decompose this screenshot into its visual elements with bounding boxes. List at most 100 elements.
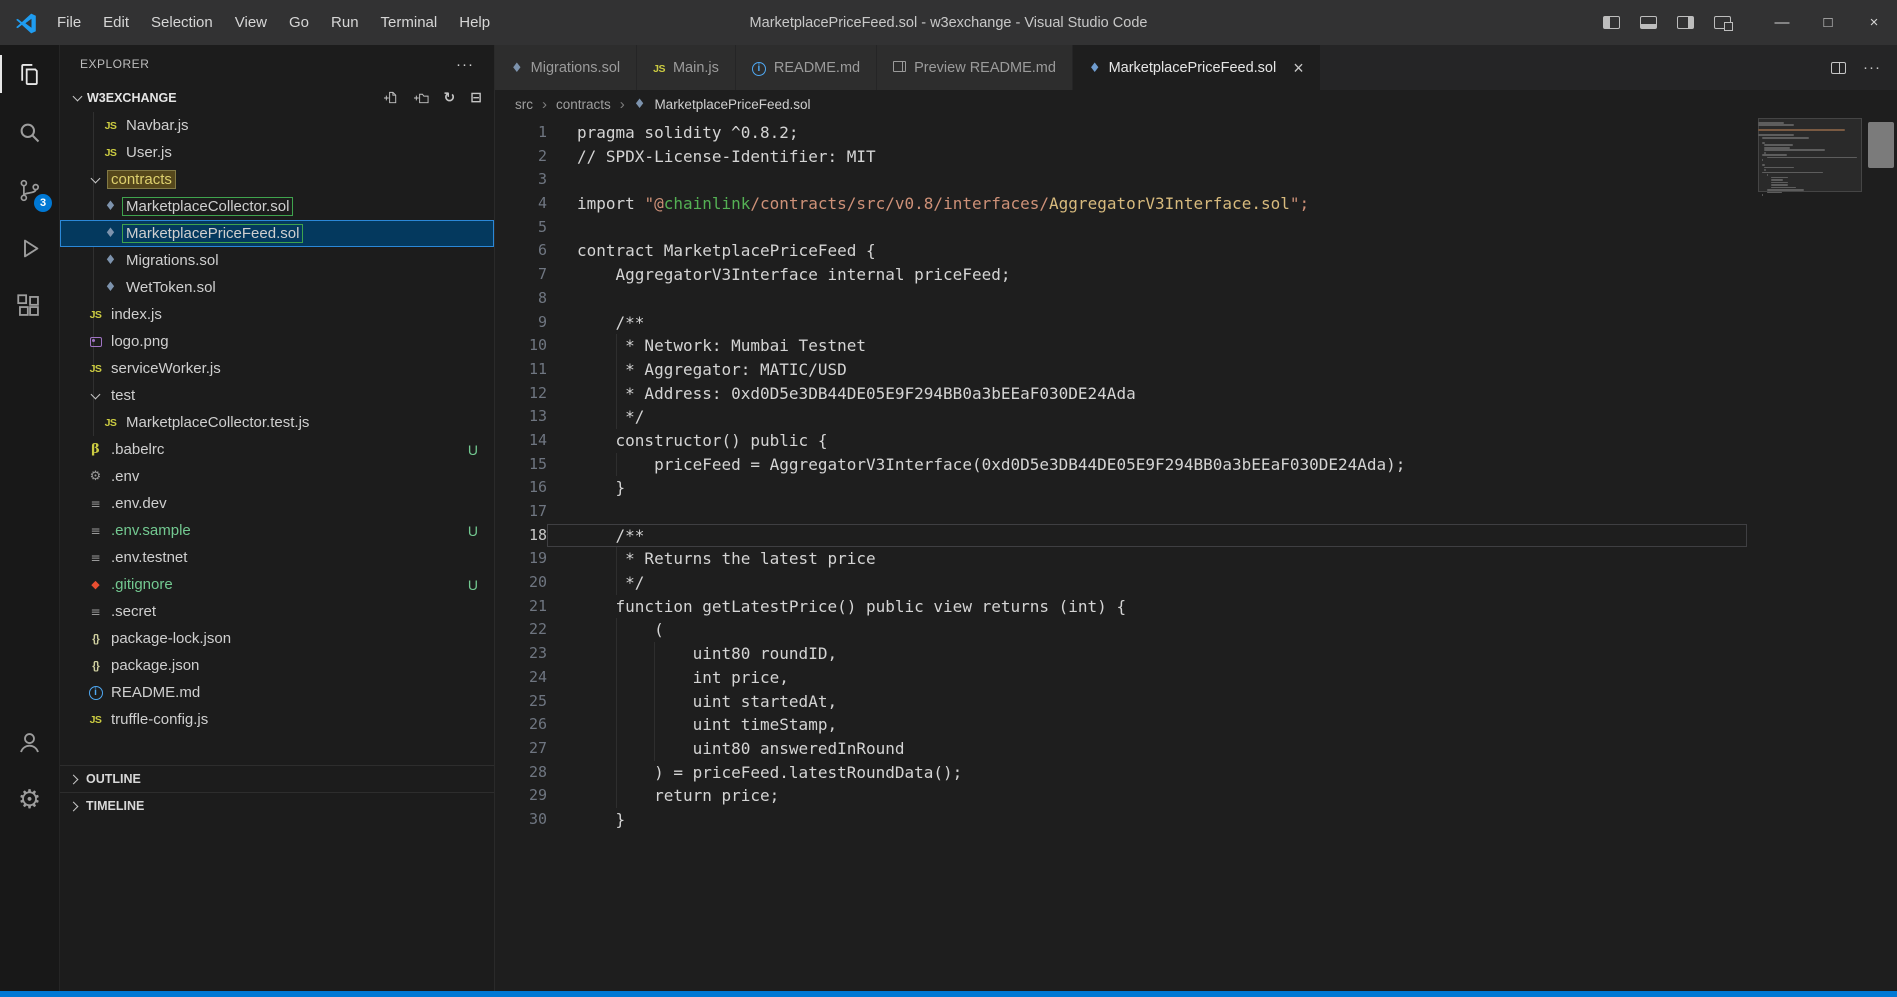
code-line[interactable]: 17	[495, 500, 1897, 524]
code-line[interactable]: 13 */	[495, 405, 1897, 429]
explorer-item-package-lock-json[interactable]: {} package-lock.json	[60, 625, 494, 652]
code-line[interactable]: 16 }	[495, 476, 1897, 500]
code-line[interactable]: 4 import "@chainlink/contracts/src/v0.8/i…	[495, 192, 1897, 216]
code-line[interactable]: 14 constructor() public {	[495, 429, 1897, 453]
more-actions-icon[interactable]	[1863, 59, 1881, 76]
menu-view[interactable]: View	[224, 10, 278, 35]
explorer-item-wettoken-sol[interactable]: ♦ WetToken.sol	[60, 274, 494, 301]
breadcrumb-item[interactable]: contracts	[556, 97, 611, 112]
line-number: 22	[528, 620, 547, 639]
code-line[interactable]: 12 * Address: 0xd0D5e3DB44DE05E9F294BB0a…	[495, 381, 1897, 406]
explorer-item-babelrc[interactable]: β .babelrc U	[60, 436, 494, 463]
code-line[interactable]: 29 return price;	[495, 784, 1897, 808]
code-editor[interactable]: 1 pragma solidity ^0.8.2; 2 // SPDX-License…	[495, 118, 1897, 991]
code-line[interactable]: 2 // SPDX-License-Identifier: MIT	[495, 145, 1897, 169]
toggle-panel-icon[interactable]	[1640, 16, 1657, 29]
menu-help[interactable]: Help	[448, 10, 501, 35]
code-line[interactable]: 27 uint80 answeredInRound	[495, 736, 1897, 761]
code-line[interactable]: 7 AggregatorV3Interface internal priceFe…	[495, 263, 1897, 287]
code-line[interactable]: 21 function getLatestPrice() public view…	[495, 595, 1897, 619]
explorer-item-readme-md[interactable]: i README.md	[60, 679, 494, 706]
line-content: constructor() public {	[547, 429, 1747, 453]
code-line[interactable]: 30 }	[495, 808, 1897, 832]
code-line[interactable]: 28 ) = priceFeed.latestRoundData();	[495, 760, 1897, 785]
code-line[interactable]: 11 * Aggregator: MATIC/USD	[495, 357, 1897, 382]
run-debug-icon[interactable]	[0, 219, 59, 277]
section-timeline[interactable]: TIMELINE	[60, 792, 494, 819]
minimize-button[interactable]: —	[1759, 0, 1805, 45]
tab-marketplacepricefeed-sol[interactable]: ♦ MarketplacePriceFeed.sol ×	[1072, 45, 1321, 90]
new-file-icon[interactable]	[383, 90, 399, 105]
close-button[interactable]: ×	[1851, 0, 1897, 45]
menu-go[interactable]: Go	[278, 10, 320, 35]
code-line[interactable]: 22 (	[495, 618, 1897, 643]
explorer-item-package-json[interactable]: {} package.json	[60, 652, 494, 679]
code-line[interactable]: 6 contract MarketplacePriceFeed {	[495, 239, 1897, 263]
explorer-item-serviceworker-js[interactable]: JS serviceWorker.js	[60, 355, 494, 382]
code-line[interactable]: 9 /**	[495, 311, 1897, 335]
explorer-item-secret[interactable]: ≡ .secret	[60, 598, 494, 625]
explorer-item-marketplacepricefeed-sol[interactable]: ♦ MarketplacePriceFeed.sol	[60, 220, 494, 247]
minimap-line	[1764, 146, 1790, 149]
code-line[interactable]: 25 uint startedAt,	[495, 689, 1897, 714]
tab-migrations-sol[interactable]: ♦ Migrations.sol	[495, 45, 638, 90]
menu-selection[interactable]: Selection	[140, 10, 224, 35]
source-control-icon[interactable]: 3	[0, 161, 59, 219]
breadcrumb-item[interactable]: src	[515, 97, 533, 112]
explorer-item-gitignore[interactable]: ◆ .gitignore U	[60, 571, 494, 598]
explorer-item-contracts[interactable]: contracts	[60, 166, 494, 193]
section-header-w3exchange[interactable]: W3EXCHANGE ↻ ⊟	[60, 83, 494, 112]
explorer-item-env[interactable]: ⚙ .env	[60, 463, 494, 490]
code-line[interactable]: 8	[495, 287, 1897, 311]
code-line[interactable]: 18 /**	[495, 524, 1897, 548]
explorer-item-env-testnet[interactable]: ≡ .env.testnet	[60, 544, 494, 571]
code-line[interactable]: 23 uint80 roundID,	[495, 642, 1897, 666]
account-icon[interactable]	[0, 713, 59, 771]
menu-edit[interactable]: Edit	[92, 10, 140, 35]
explorer-item-marketplacecollector-sol[interactable]: ♦ MarketplaceCollector.sol	[60, 193, 494, 220]
section-outline[interactable]: OUTLINE	[60, 765, 494, 792]
explorer-item-user-js[interactable]: JS User.js	[60, 139, 494, 166]
code-line[interactable]: 15 priceFeed = AggregatorV3Interface(0xd…	[495, 452, 1897, 477]
explorer-item-logo-png[interactable]: logo.png	[60, 328, 494, 355]
extensions-icon[interactable]	[0, 277, 59, 335]
search-icon[interactable]	[0, 103, 59, 161]
line-content: /**	[547, 524, 1747, 548]
explorer-icon[interactable]	[0, 45, 59, 103]
split-editor-icon[interactable]	[1831, 61, 1846, 74]
more-actions-icon[interactable]	[456, 56, 474, 73]
explorer-item-migrations-sol[interactable]: ♦ Migrations.sol	[60, 247, 494, 274]
collapse-all-icon[interactable]: ⊟	[470, 91, 482, 105]
explorer-item-marketplacecollector-test-js[interactable]: JS MarketplaceCollector.test.js	[60, 409, 494, 436]
explorer-item-index-js[interactable]: JS index.js	[60, 301, 494, 328]
menu-file[interactable]: File	[46, 10, 92, 35]
code-line[interactable]: 20 */	[495, 571, 1897, 595]
tab-preview-readme-md[interactable]: Preview README.md	[877, 45, 1073, 90]
toggle-secondary-sidebar-icon[interactable]	[1677, 16, 1694, 29]
new-folder-icon[interactable]	[413, 90, 429, 105]
code-line[interactable]: 5	[495, 216, 1897, 240]
explorer-item-env-dev[interactable]: ≡ .env.dev	[60, 490, 494, 517]
code-line[interactable]: 3	[495, 168, 1897, 192]
explorer-item-navbar-js[interactable]: JS Navbar.js	[60, 112, 494, 139]
tab-main-js[interactable]: JS Main.js	[637, 45, 736, 90]
tab-readme-md[interactable]: i README.md	[735, 45, 878, 90]
settings-icon[interactable]: ⚙	[0, 771, 59, 829]
customize-layout-icon[interactable]	[1714, 16, 1733, 31]
code-line[interactable]: 26 uint timeStamp,	[495, 713, 1897, 737]
maximize-button[interactable]: □	[1805, 0, 1851, 45]
explorer-item-test[interactable]: test	[60, 382, 494, 409]
minimap[interactable]	[1758, 122, 1862, 197]
menu-run[interactable]: Run	[320, 10, 370, 35]
toggle-primary-sidebar-icon[interactable]	[1603, 16, 1620, 29]
code-line[interactable]: 24 int price,	[495, 665, 1897, 690]
breadcrumb-item[interactable]: MarketplacePriceFeed.sol	[654, 97, 810, 112]
code-line[interactable]: 10 * Network: Mumbai Testnet	[495, 334, 1897, 358]
close-icon[interactable]: ×	[1293, 59, 1304, 77]
refresh-icon[interactable]: ↻	[444, 91, 456, 105]
code-line[interactable]: 1 pragma solidity ^0.8.2;	[495, 121, 1897, 145]
code-line[interactable]: 19 * Returns the latest price	[495, 547, 1897, 572]
menu-terminal[interactable]: Terminal	[370, 10, 449, 35]
explorer-item-truffle-config-js[interactable]: JS truffle-config.js	[60, 706, 494, 733]
explorer-item-env-sample[interactable]: ≡ .env.sample U	[60, 517, 494, 544]
